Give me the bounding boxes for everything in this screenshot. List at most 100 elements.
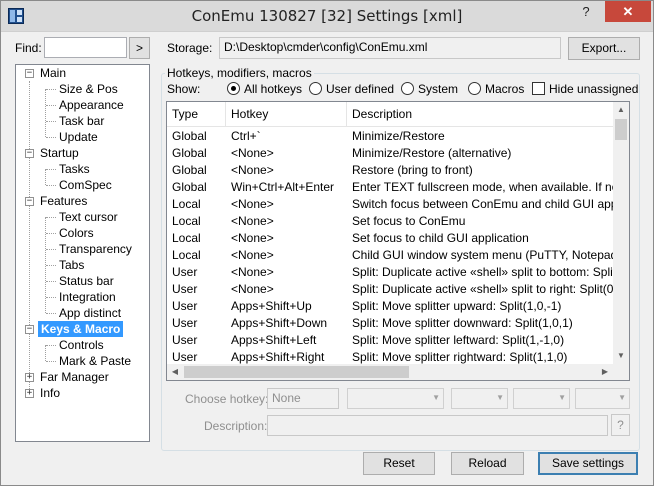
scroll-corner (613, 364, 629, 380)
cell-description: Child GUI window system menu (PuTTY, Not… (352, 248, 613, 262)
filter-system-label[interactable]: System (418, 82, 458, 96)
hide-unassigned-label[interactable]: Hide unassigned (549, 82, 638, 96)
modifier-dropdown-1[interactable]: ▼ (347, 388, 444, 409)
close-button[interactable]: ✕ (605, 1, 651, 22)
filter-user-radio[interactable] (309, 82, 322, 95)
column-header-hotkey[interactable]: Hotkey (226, 102, 347, 127)
scroll-down-icon[interactable]: ▼ (613, 348, 629, 364)
table-row[interactable]: Global Win+Ctrl+Alt+Enter Enter TEXT fulls… (167, 179, 613, 196)
cell-description: Split: Move splitter upward: Split(1,0,-… (352, 299, 562, 313)
export-button[interactable]: Export... (568, 37, 640, 60)
tree-item-features[interactable]: Features (40, 193, 87, 209)
hotkeys-group-title: Hotkeys, modifiers, macros (165, 66, 314, 80)
modifier-dropdown-2[interactable]: ▼ (451, 388, 508, 409)
tree-item-appearance[interactable]: Appearance (59, 97, 124, 113)
cell-description: Split: Move splitter leftward: Split(1,-… (352, 333, 565, 347)
table-row[interactable]: User Apps+Shift+Up Split: Move splitter up… (167, 298, 613, 315)
tree-item-mark-paste[interactable]: Mark & Paste (59, 353, 131, 369)
tree-item-controls[interactable]: Controls (59, 337, 104, 353)
horizontal-scrollbar[interactable]: ◀ ▶ (167, 364, 613, 380)
tree-expander-info[interactable]: + (25, 389, 34, 398)
tree-item-startup[interactable]: Startup (40, 145, 79, 161)
tree-item-text-cursor[interactable]: Text cursor (59, 209, 118, 225)
tree-item-status-bar[interactable]: Status bar (59, 273, 114, 289)
filter-all-label[interactable]: All hotkeys (244, 82, 302, 96)
table-row[interactable]: Local <None> Child GUI window system menu … (167, 247, 613, 264)
choose-hotkey-label: Choose hotkey: (185, 392, 269, 406)
save-settings-button[interactable]: Save settings (538, 452, 638, 475)
tree-item-tasks[interactable]: Tasks (59, 161, 90, 177)
table-row[interactable]: Global <None> Restore (bring to front) (167, 162, 613, 179)
table-row[interactable]: User <None> Split: Duplicate active «shell… (167, 281, 613, 298)
table-row[interactable]: User Apps+Shift+Left Split: Move splitter … (167, 332, 613, 349)
modifier-dropdown-4[interactable]: ▼ (575, 388, 630, 409)
filter-user-label[interactable]: User defined (326, 82, 394, 96)
vertical-scroll-thumb[interactable] (615, 119, 627, 140)
filter-system-radio[interactable] (401, 82, 414, 95)
tree-item-main[interactable]: Main (40, 65, 66, 81)
cell-type: User (172, 265, 198, 279)
chevron-down-icon: ▼ (558, 393, 566, 402)
tree-item-info[interactable]: Info (40, 385, 60, 401)
cell-type: User (172, 333, 198, 347)
tree-item-transparency[interactable]: Transparency (59, 241, 132, 257)
scroll-right-icon[interactable]: ▶ (597, 364, 613, 380)
column-header-description[interactable]: Description (347, 102, 613, 127)
find-go-button[interactable]: > (129, 37, 150, 59)
cell-type: Global (172, 129, 207, 143)
window-title: ConEmu 130827 [32] Settings [xml] (191, 7, 463, 25)
table-row[interactable]: Local <None> Switch focus between ConEmu a… (167, 196, 613, 213)
tree-item-tabs[interactable]: Tabs (59, 257, 84, 273)
hide-unassigned-checkbox[interactable] (532, 82, 545, 95)
cell-hotkey: <None> (231, 265, 274, 279)
tree-item-comspec[interactable]: ComSpec (59, 177, 112, 193)
cell-type: User (172, 282, 198, 296)
tree-expander-main[interactable]: − (25, 69, 34, 78)
cell-hotkey: Ctrl+` (231, 129, 261, 143)
description-field[interactable] (267, 415, 608, 436)
table-row[interactable]: Local <None> Set focus to ConEmu (167, 213, 613, 230)
tree-expander-keys-macro[interactable]: − (25, 325, 34, 334)
scroll-up-icon[interactable]: ▲ (613, 102, 629, 118)
table-row[interactable]: Local <None> Set focus to child GUI applic… (167, 230, 613, 247)
tree-item-size-pos[interactable]: Size & Pos (59, 81, 118, 97)
reset-button[interactable]: Reset (363, 452, 435, 475)
cell-hotkey: <None> (231, 146, 274, 160)
horizontal-scroll-thumb[interactable] (184, 366, 409, 378)
chevron-down-icon: ▼ (432, 393, 440, 402)
settings-window: ConEmu 130827 [32] Settings [xml] ? ✕ Fi… (0, 0, 654, 486)
filter-macros-label[interactable]: Macros (485, 82, 524, 96)
hotkeys-table[interactable]: Type Hotkey Description Global Ctrl+` Mini… (166, 101, 630, 381)
tree-expander-startup[interactable]: − (25, 149, 34, 158)
filter-all-radio[interactable] (227, 82, 240, 95)
choose-hotkey-field[interactable]: None (267, 388, 339, 409)
description-help-button[interactable]: ? (611, 414, 630, 436)
table-row[interactable]: User <None> Split: Duplicate active «shell… (167, 264, 613, 281)
filter-macros-radio[interactable] (468, 82, 481, 95)
chevron-down-icon: ▼ (496, 393, 504, 402)
vertical-scrollbar[interactable]: ▲ ▼ (613, 102, 629, 364)
table-row[interactable]: User Apps+Shift+Down Split: Move splitter … (167, 315, 613, 332)
settings-tree: − Main Size & Pos Appearance Task bar Up… (15, 64, 150, 442)
cell-description: Enter TEXT fullscreen mode, when availab… (352, 180, 613, 194)
tree-expander-far-manager[interactable]: + (25, 373, 34, 382)
tree-item-integration[interactable]: Integration (59, 289, 116, 305)
cell-description: Split: Duplicate active «shell» split to… (352, 265, 613, 279)
modifier-dropdown-3[interactable]: ▼ (513, 388, 570, 409)
tree-item-app-distinct[interactable]: App distinct (59, 305, 121, 321)
table-row[interactable]: Global <None> Minimize/Restore (alternativ… (167, 145, 613, 162)
tree-expander-features[interactable]: − (25, 197, 34, 206)
tree-item-far-manager[interactable]: Far Manager (40, 369, 109, 385)
cell-hotkey: <None> (231, 231, 274, 245)
tree-item-colors[interactable]: Colors (59, 225, 94, 241)
reload-button[interactable]: Reload (451, 452, 524, 475)
cell-hotkey: <None> (231, 248, 274, 262)
tree-item-keys-macro[interactable]: Keys & Macro (38, 321, 124, 337)
tree-item-task-bar[interactable]: Task bar (59, 113, 104, 129)
table-row[interactable]: Global Ctrl+` Minimize/Restore (167, 128, 613, 145)
find-input[interactable] (44, 37, 127, 58)
help-button[interactable]: ? (577, 1, 595, 22)
scroll-left-icon[interactable]: ◀ (167, 364, 183, 380)
column-header-type[interactable]: Type (167, 102, 226, 127)
tree-item-update[interactable]: Update (59, 129, 98, 145)
